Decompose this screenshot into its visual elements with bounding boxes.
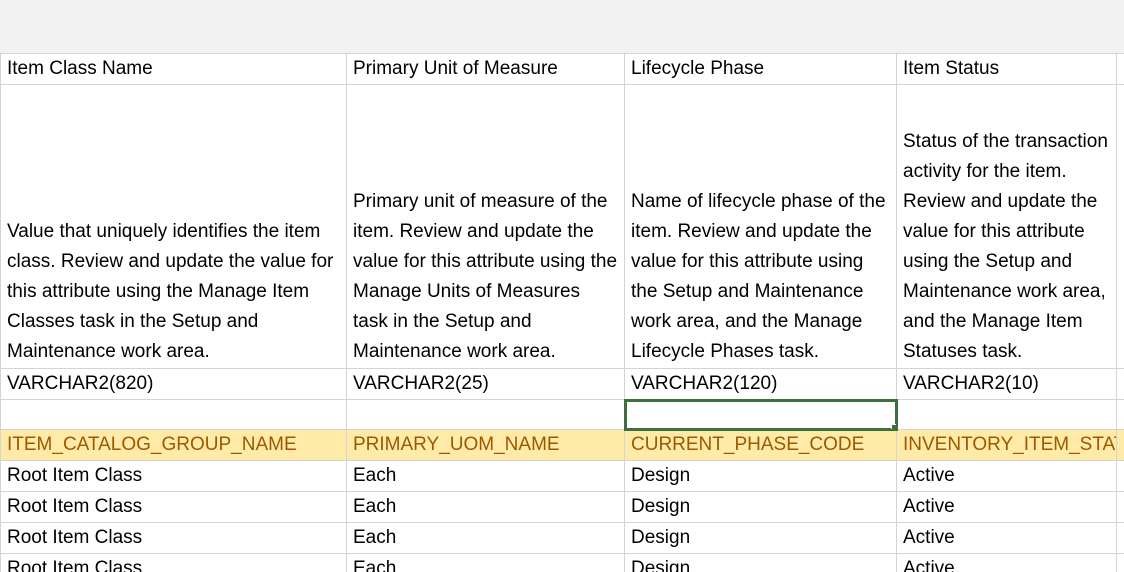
- cell-type-item-status[interactable]: VARCHAR2(10): [896, 368, 1117, 400]
- cell-item-class[interactable]: Root Item Class: [0, 522, 347, 554]
- cell-item-class[interactable]: Root Item Class: [0, 460, 347, 492]
- cell-type-primary-uom[interactable]: VARCHAR2(25): [346, 368, 625, 400]
- cell-item-status[interactable]: Active: [896, 460, 1117, 492]
- cell-lifecycle-phase[interactable]: Design: [624, 491, 897, 523]
- cell-empty-4[interactable]: [896, 399, 1117, 430]
- cell-header-lifecycle-phase[interactable]: Lifecycle Phase: [624, 53, 897, 85]
- cell-item-status[interactable]: Active: [896, 522, 1117, 554]
- description-row: Value that uniquely identifies the item …: [0, 84, 1124, 369]
- cell-empty-1[interactable]: [0, 399, 347, 430]
- cell-item-status[interactable]: Active: [896, 491, 1117, 523]
- empty-row: [0, 398, 1124, 431]
- cell-primary-uom[interactable]: Each: [346, 460, 625, 492]
- selected-cell[interactable]: [623, 398, 898, 431]
- cell-overflow[interactable]: [1116, 553, 1124, 572]
- cell-header-item-class[interactable]: Item Class Name: [0, 53, 347, 85]
- cell-desc-primary-uom[interactable]: Primary unit of measure of the item. Rev…: [346, 84, 625, 369]
- cell-lifecycle-phase[interactable]: Design: [624, 522, 897, 554]
- cell-overflow[interactable]: [1116, 460, 1124, 492]
- cell-tech-primary-uom[interactable]: PRIMARY_UOM_NAME: [346, 429, 625, 461]
- cell-primary-uom[interactable]: Each: [346, 491, 625, 523]
- cell-overflow[interactable]: [1116, 491, 1124, 523]
- cell-lifecycle-phase[interactable]: Design: [624, 460, 897, 492]
- cell-type-overflow[interactable]: [1116, 368, 1124, 400]
- cell-desc-overflow[interactable]: [1116, 84, 1124, 369]
- spreadsheet-grid[interactable]: Item Class Name Primary Unit of Measure …: [0, 53, 1124, 572]
- cell-desc-item-class[interactable]: Value that uniquely identifies the item …: [0, 84, 347, 369]
- cell-tech-item-class[interactable]: ITEM_CATALOG_GROUP_NAME: [0, 429, 347, 461]
- cell-tech-item-status[interactable]: INVENTORY_ITEM_STATU: [896, 429, 1117, 461]
- cell-lifecycle-phase[interactable]: Design: [624, 553, 897, 572]
- table-row: Root Item Class Each Design Active: [0, 522, 1124, 554]
- technical-name-row: ITEM_CATALOG_GROUP_NAME PRIMARY_UOM_NAME…: [0, 429, 1124, 461]
- cell-item-status[interactable]: Active: [896, 553, 1117, 572]
- cell-empty-5[interactable]: [1116, 399, 1124, 430]
- cell-tech-overflow[interactable]: [1116, 429, 1124, 461]
- cell-header-primary-uom[interactable]: Primary Unit of Measure: [346, 53, 625, 85]
- table-row: Root Item Class Each Design Active: [0, 460, 1124, 492]
- cell-type-lifecycle-phase[interactable]: VARCHAR2(120): [624, 368, 897, 400]
- cell-empty-2[interactable]: [346, 399, 625, 430]
- toolbar-area: [0, 0, 1124, 53]
- cell-item-class[interactable]: Root Item Class: [0, 491, 347, 523]
- cell-tech-lifecycle-phase[interactable]: CURRENT_PHASE_CODE: [624, 429, 897, 461]
- header-row: Item Class Name Primary Unit of Measure …: [0, 53, 1124, 85]
- cell-item-class[interactable]: Root Item Class: [0, 553, 347, 572]
- cell-desc-lifecycle-phase[interactable]: Name of lifecycle phase of the item. Rev…: [624, 84, 897, 369]
- table-row: Root Item Class Each Design Active: [0, 491, 1124, 523]
- table-row: Root Item Class Each Design Active: [0, 553, 1124, 572]
- cell-header-item-status[interactable]: Item Status: [896, 53, 1117, 85]
- cell-header-overflow[interactable]: [1116, 53, 1124, 85]
- cell-primary-uom[interactable]: Each: [346, 522, 625, 554]
- cell-primary-uom[interactable]: Each: [346, 553, 625, 572]
- datatype-row: VARCHAR2(820) VARCHAR2(25) VARCHAR2(120)…: [0, 368, 1124, 400]
- cell-overflow[interactable]: [1116, 522, 1124, 554]
- cell-type-item-class[interactable]: VARCHAR2(820): [0, 368, 347, 400]
- data-table: Item Class Name Primary Unit of Measure …: [0, 53, 1124, 572]
- fill-handle[interactable]: [891, 424, 896, 429]
- cell-desc-item-status[interactable]: Status of the transaction activity for t…: [896, 84, 1117, 369]
